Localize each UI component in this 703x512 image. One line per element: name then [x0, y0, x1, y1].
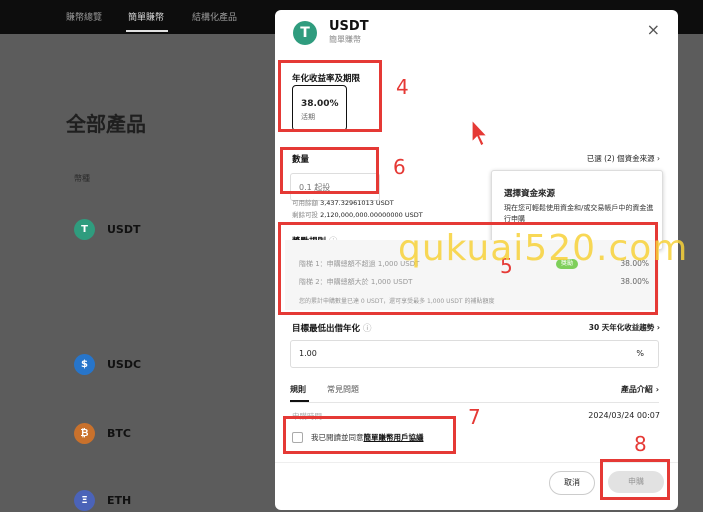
min-apy-input[interactable]: 1.00 % [290, 340, 659, 368]
product-row-btc[interactable]: ₿ BTC [74, 421, 131, 445]
column-header-coin: 幣種 [74, 174, 90, 183]
annotation-number: 8 [634, 432, 647, 456]
close-icon[interactable]: × [647, 20, 660, 39]
product-row-eth[interactable]: Ξ ETH [74, 488, 131, 512]
tab-faq[interactable]: 常見問題 [327, 384, 359, 395]
limit-value: 2,120,000,000.00000000 USDT [320, 211, 423, 219]
annotation-number: 4 [396, 75, 409, 99]
coin-name: ETH [107, 493, 132, 507]
remaining-limit: 剩餘可投 2,120,000,000.00000000 USDT [292, 209, 423, 219]
product-intro-link[interactable]: 產品介紹 › [621, 384, 659, 395]
nav-simple-earn[interactable]: 簡單賺幣 [128, 10, 164, 23]
info-icon[interactable]: ⓘ [363, 324, 372, 334]
product-intro-text: 產品介紹 [620, 385, 653, 394]
percent-unit: % [636, 349, 644, 358]
tab-rules[interactable]: 規則 [290, 384, 306, 395]
annotation-number: 6 [393, 155, 406, 179]
tab-active-indicator [290, 400, 309, 402]
cancel-button[interactable]: 取消 [549, 471, 595, 495]
min-apy-label: 目標最低出借年化 ⓘ [292, 322, 372, 334]
annotation-box-subscribe [600, 459, 670, 500]
annotation-number: 7 [468, 405, 481, 429]
modal-header: T USDT 簡單賺幣 [293, 20, 369, 45]
tooltip-title: 選擇資金來源 [504, 189, 556, 199]
annotation-box-apy [278, 60, 382, 132]
min-apy-text: 目標最低出借年化 [292, 324, 361, 334]
available-balance: 可用餘額 3,437.32961013 USDT [292, 197, 394, 207]
watermark: qukuai520.com [398, 228, 689, 269]
min-apy-value: 1.00 [299, 349, 317, 358]
annotation-box-quantity [280, 147, 379, 194]
available-value: 3,437.32961013 USDT [320, 199, 394, 207]
funding-source-link[interactable]: 已選 (2) 個資金來源 › [587, 153, 660, 164]
product-row-usdt[interactable]: T USDT [74, 217, 141, 241]
available-label: 可用餘額 [292, 199, 318, 207]
modal-coin-title: USDT [329, 19, 369, 34]
nav-structured-products[interactable]: 結構化產品 [192, 10, 237, 23]
coin-name: USDC [107, 357, 142, 371]
annotation-box-agreement [283, 416, 456, 454]
usdc-coin-icon: $ [74, 353, 95, 375]
nav-active-indicator [126, 30, 168, 32]
modal-product-subtitle: 簡單賺幣 [329, 35, 361, 44]
limit-label: 剩餘可投 [292, 211, 318, 219]
mouse-cursor-icon [471, 118, 489, 147]
coin-name: USDT [107, 222, 141, 236]
subscribe-time-value: 2024/03/24 00:07 [588, 411, 660, 420]
nav-earn-overview[interactable]: 賺幣總覽 [66, 10, 102, 23]
usdt-coin-icon: T [74, 218, 95, 240]
coin-name: BTC [107, 426, 131, 440]
funding-source-text: 已選 (2) 個資金來源 [586, 154, 655, 163]
product-row-usdc[interactable]: $ USDC [74, 352, 141, 376]
usdt-logo-icon: T [293, 20, 317, 45]
btc-coin-icon: ₿ [74, 422, 95, 444]
apy-trend-text: 30 天年化收益趨勢 [588, 323, 655, 332]
info-tabs: 規則 常見問題 產品介紹 › [290, 380, 659, 403]
eth-coin-icon: Ξ [74, 489, 95, 511]
apy-trend-link[interactable]: 30 天年化收益趨勢 › [589, 322, 660, 333]
page-title: 全部產品 [66, 112, 146, 136]
